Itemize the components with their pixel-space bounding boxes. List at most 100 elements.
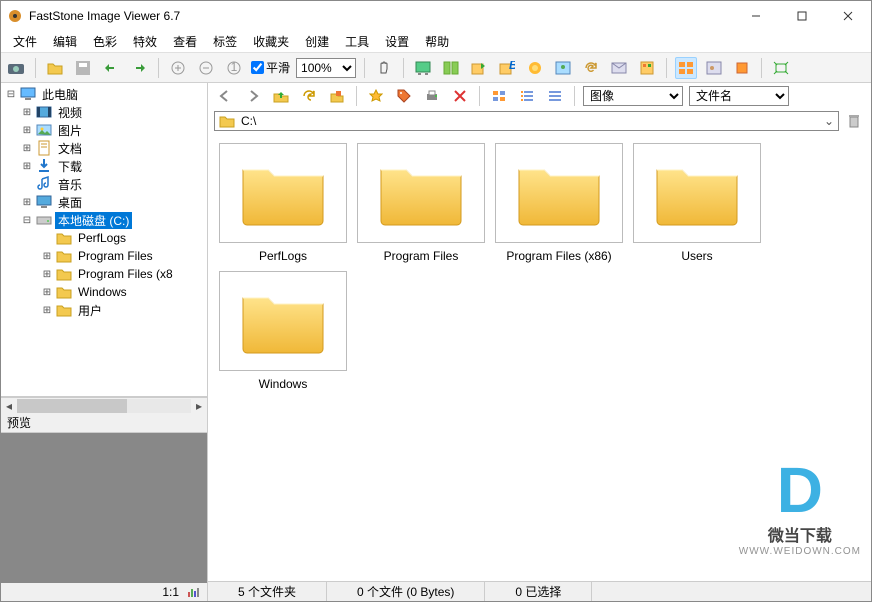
- hand-tool-button[interactable]: [373, 57, 395, 79]
- effects-button[interactable]: [524, 57, 546, 79]
- view-details-button[interactable]: [516, 85, 538, 107]
- smooth-label: 平滑: [266, 59, 290, 76]
- collapse-icon[interactable]: ⊟: [21, 215, 33, 226]
- menu-tools[interactable]: 工具: [337, 31, 377, 52]
- view-fullscreen-button[interactable]: [703, 57, 725, 79]
- tree-item[interactable]: ⊞用户: [1, 301, 207, 319]
- refresh-button[interactable]: [298, 85, 320, 107]
- tree-item[interactable]: ⊞文档: [1, 139, 207, 157]
- menu-color[interactable]: 色彩: [85, 31, 125, 52]
- tree-drive-c[interactable]: ⊟ 本地磁盘 (C:): [1, 211, 207, 229]
- scroll-left-icon[interactable]: ◂: [1, 399, 17, 413]
- nav-up-button[interactable]: [270, 85, 292, 107]
- sort-select[interactable]: 文件名: [689, 86, 789, 106]
- tree-item[interactable]: ⊞下载: [1, 157, 207, 175]
- path-input[interactable]: C:\ ⌄: [214, 111, 839, 131]
- expand-icon[interactable]: ⊞: [41, 269, 53, 280]
- preview-title: 预览: [7, 414, 31, 431]
- tree-item[interactable]: ⊞Windows: [1, 283, 207, 301]
- smooth-checkbox[interactable]: 平滑: [251, 59, 290, 76]
- save-button[interactable]: [72, 57, 94, 79]
- collapse-icon[interactable]: ⊟: [5, 89, 17, 100]
- close-button[interactable]: [825, 1, 871, 31]
- tree-item[interactable]: ⊞Program Files (x8: [1, 265, 207, 283]
- histogram-icon[interactable]: [187, 586, 203, 598]
- acquire-button[interactable]: [5, 57, 27, 79]
- compare-button[interactable]: [440, 57, 462, 79]
- svg-text:B: B: [509, 61, 515, 72]
- expand-icon[interactable]: ⊞: [41, 305, 53, 316]
- nav-back-button[interactable]: [214, 85, 236, 107]
- tree-hscrollbar[interactable]: ◂ ▸: [1, 397, 207, 413]
- expand-icon[interactable]: ⊞: [21, 143, 33, 154]
- tree-item[interactable]: ⊞桌面: [1, 193, 207, 211]
- settings-button[interactable]: [636, 57, 658, 79]
- zoom-select[interactable]: 100%: [296, 58, 356, 78]
- menu-file[interactable]: 文件: [5, 31, 45, 52]
- expand-icon[interactable]: ⊞: [21, 161, 33, 172]
- open-button[interactable]: [44, 57, 66, 79]
- tree-root[interactable]: ⊟ 此电脑: [1, 85, 207, 103]
- smooth-check-input[interactable]: [251, 61, 264, 74]
- expand-icon[interactable]: ⊞: [21, 107, 33, 118]
- view-large-icons-button[interactable]: [488, 85, 510, 107]
- folder-tree[interactable]: ⊟ 此电脑 ⊞视频⊞图片⊞文档⊞下载音乐⊞桌面 ⊟ 本地磁盘 (C:) Perf…: [1, 83, 207, 397]
- menu-create[interactable]: 创建: [297, 31, 337, 52]
- title-bar: FastStone Image Viewer 6.7: [1, 1, 871, 31]
- scroll-right-icon[interactable]: ▸: [191, 399, 207, 413]
- menu-view[interactable]: 查看: [165, 31, 205, 52]
- slideshow-button[interactable]: [412, 57, 434, 79]
- tree-item[interactable]: ⊞视频: [1, 103, 207, 121]
- tree-item[interactable]: 音乐: [1, 175, 207, 193]
- redo-button[interactable]: [128, 57, 150, 79]
- thumbnail-grid[interactable]: PerfLogsProgram FilesProgram Files (x86)…: [208, 133, 871, 581]
- batch-convert-button[interactable]: [468, 57, 490, 79]
- maximize-button[interactable]: [779, 1, 825, 31]
- delete-button[interactable]: [449, 85, 471, 107]
- menu-favorites[interactable]: 收藏夹: [245, 31, 297, 52]
- expand-icon[interactable]: ⊞: [41, 251, 53, 262]
- menu-tags[interactable]: 标签: [205, 31, 245, 52]
- folder-item[interactable]: Program Files (x86): [494, 143, 624, 263]
- view-single-button[interactable]: [731, 57, 753, 79]
- print-button[interactable]: [421, 85, 443, 107]
- favorite-button[interactable]: [365, 85, 387, 107]
- batch-rename-button[interactable]: B: [496, 57, 518, 79]
- scroll-track[interactable]: [17, 399, 191, 413]
- menu-effects[interactable]: 特效: [125, 31, 165, 52]
- menu-settings[interactable]: 设置: [377, 31, 417, 52]
- view-thumbnails-button[interactable]: [675, 57, 697, 79]
- zoom-actual-button[interactable]: 1: [223, 57, 245, 79]
- folder-item[interactable]: PerfLogs: [218, 143, 348, 263]
- email-button[interactable]: [608, 57, 630, 79]
- trash-button[interactable]: [843, 110, 865, 132]
- menu-edit[interactable]: 编辑: [45, 31, 85, 52]
- tag-button[interactable]: [393, 85, 415, 107]
- zoom-in-button[interactable]: [167, 57, 189, 79]
- undo-button[interactable]: [100, 57, 122, 79]
- folder-item[interactable]: Users: [632, 143, 762, 263]
- folder-item[interactable]: Program Files: [356, 143, 486, 263]
- zoom-out-button[interactable]: [195, 57, 217, 79]
- menu-help[interactable]: 帮助: [417, 31, 457, 52]
- home-button[interactable]: [326, 85, 348, 107]
- tree-item[interactable]: PerfLogs: [1, 229, 207, 247]
- scroll-thumb[interactable]: [17, 399, 127, 413]
- filter-select[interactable]: 图像: [583, 86, 683, 106]
- fit-button[interactable]: [770, 57, 792, 79]
- minimize-button[interactable]: [733, 1, 779, 31]
- view-list-button[interactable]: [544, 85, 566, 107]
- separator: [479, 86, 480, 106]
- tree-item[interactable]: ⊞图片: [1, 121, 207, 139]
- nav-forward-button[interactable]: [242, 85, 264, 107]
- folder-icon: [56, 302, 72, 318]
- expand-icon[interactable]: ⊞: [21, 125, 33, 136]
- jpeg-rotate-button[interactable]: [580, 57, 602, 79]
- expand-icon[interactable]: ⊞: [21, 197, 33, 208]
- chevron-down-icon[interactable]: ⌄: [824, 114, 834, 128]
- expand-icon[interactable]: ⊞: [41, 287, 53, 298]
- right-panel: 图像 文件名 C:\ ⌄ PerfLogsProgram FilesProgra…: [208, 83, 871, 601]
- tree-item[interactable]: ⊞Program Files: [1, 247, 207, 265]
- wallpaper-button[interactable]: [552, 57, 574, 79]
- folder-item[interactable]: Windows: [218, 271, 348, 391]
